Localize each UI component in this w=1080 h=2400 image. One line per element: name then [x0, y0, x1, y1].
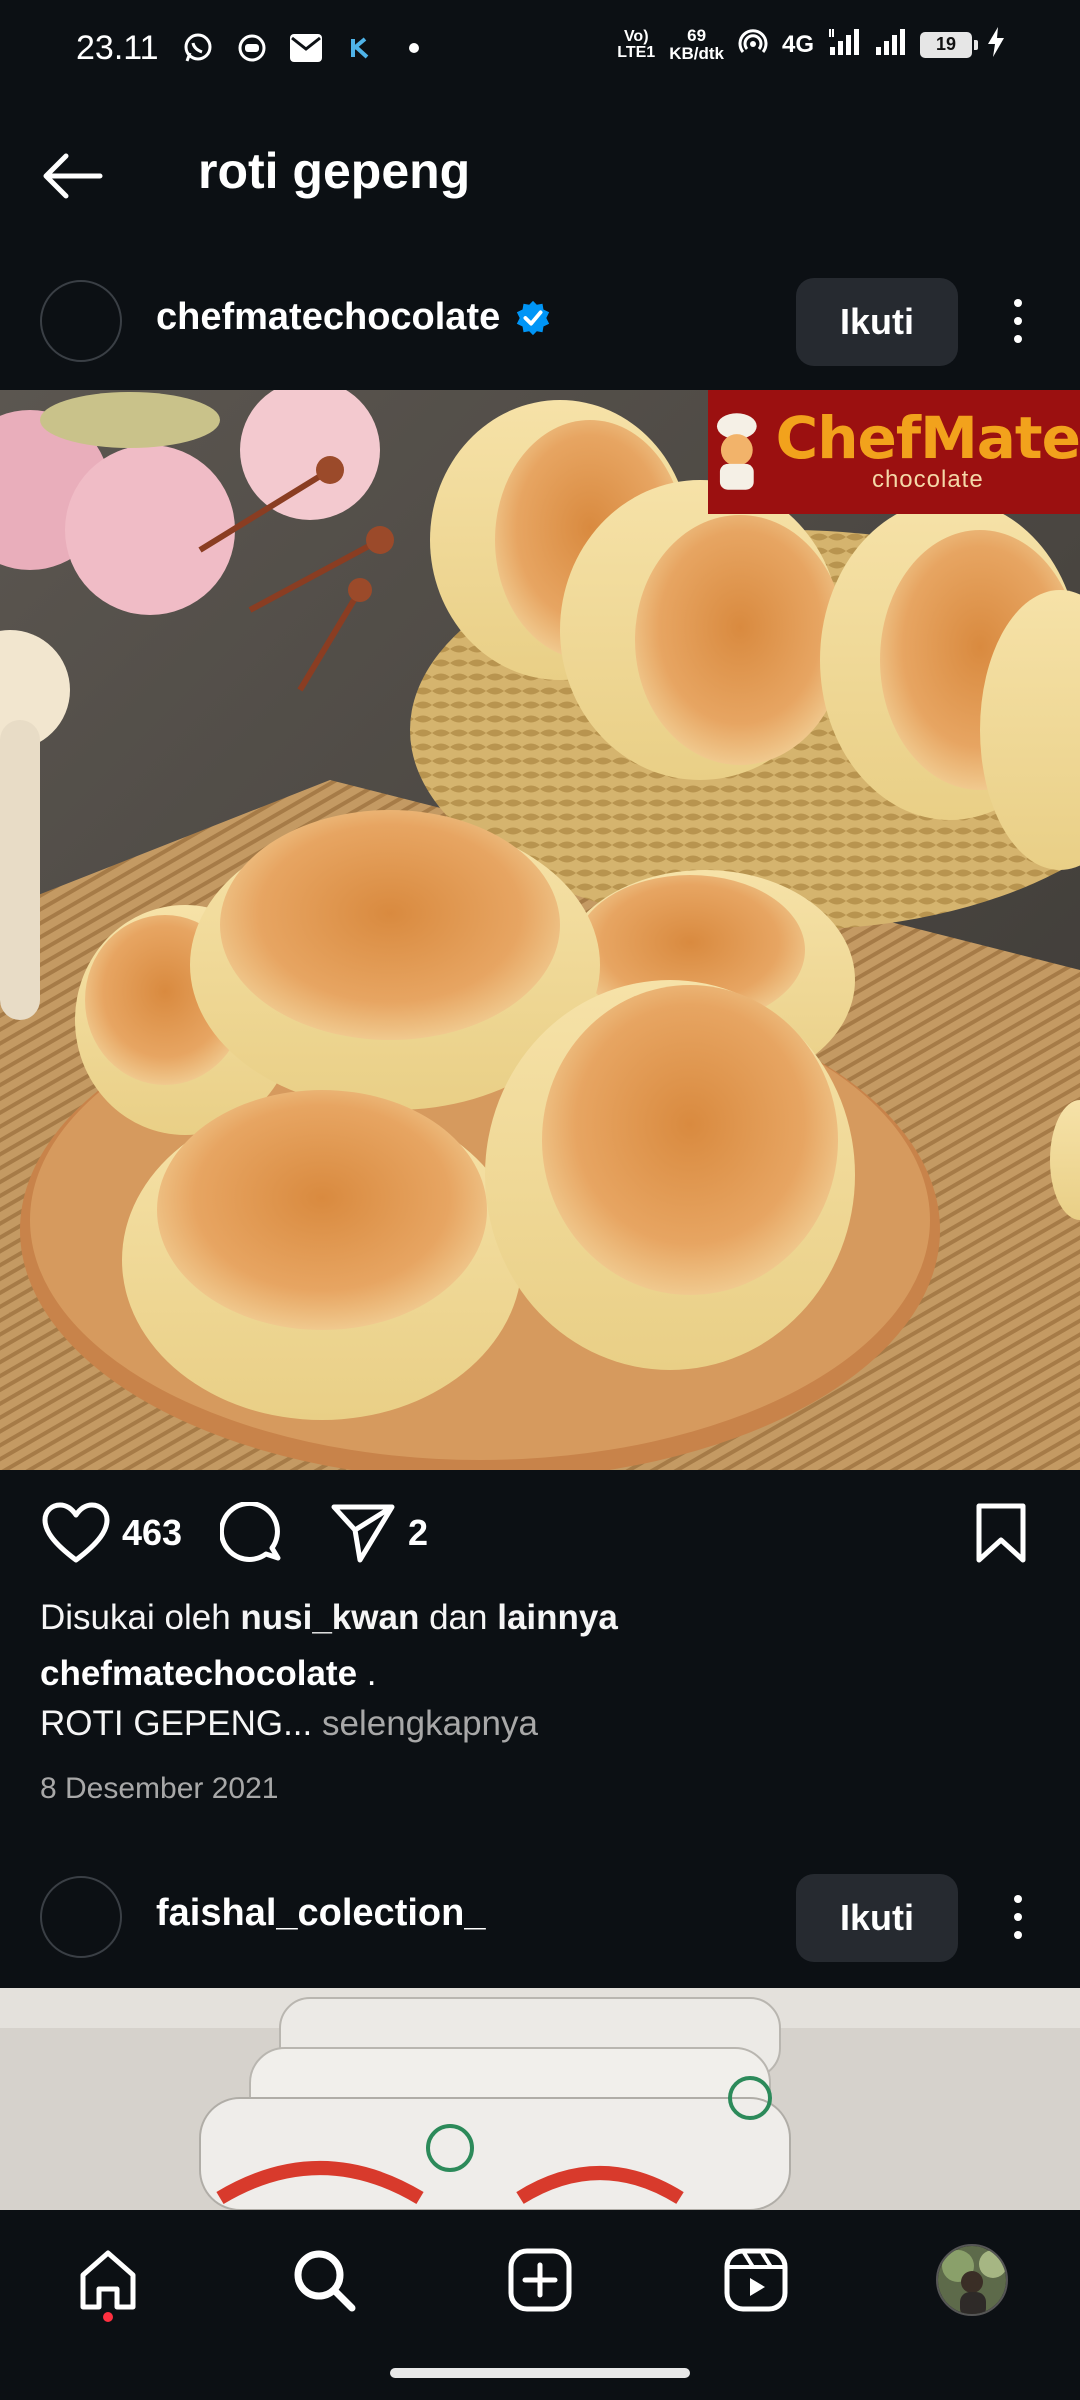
signal-2-icon [874, 27, 906, 62]
dot-icon [1014, 335, 1022, 343]
share-action[interactable]: 2 [330, 1502, 428, 1564]
caption[interactable]: ROTI GEPENG... selengkapnya [40, 1704, 538, 1744]
status-system-icons: Vo) LTE1 69 KB/dtk 4G 19 [617, 26, 1006, 63]
post-header: chefmatechocolate Ikuti [0, 266, 1080, 376]
nav-create[interactable] [500, 2240, 580, 2320]
battery-indicator: 19 [920, 31, 978, 58]
bread-photo [0, 390, 1080, 1470]
brand-logo: ChefMate chocolate [708, 390, 1080, 514]
dot-icon [1014, 1895, 1022, 1903]
post-username-row[interactable]: chefmatechocolate [156, 296, 552, 339]
chef-mascot-icon [716, 413, 757, 490]
network-type: 4G [781, 30, 814, 58]
dot-icon [1014, 317, 1022, 325]
plus-square-icon[interactable] [507, 2247, 573, 2313]
caption-username-line[interactable]: chefmatechocolate . [40, 1654, 377, 1694]
post-image[interactable]: ChefMate chocolate [0, 390, 1080, 1470]
follow-button[interactable]: Ikuti [796, 278, 958, 366]
comment-icon[interactable] [220, 1502, 286, 1568]
like-action[interactable]: 463 [42, 1502, 182, 1564]
nav-search[interactable] [284, 2240, 364, 2320]
heart-icon[interactable] [42, 1502, 110, 1564]
avatar[interactable] [40, 280, 122, 362]
liked-by-text[interactable]: Disukai oleh nusi_kwan dan lainnya [40, 1598, 618, 1638]
volte-indicator: Vo) LTE1 [617, 27, 656, 61]
speed-value: 69 [687, 25, 707, 45]
nav-profile[interactable] [932, 2240, 1012, 2320]
post-image-2[interactable] [0, 1988, 1080, 2210]
more-options-button[interactable] [996, 288, 1040, 354]
dot-icon [1014, 1931, 1022, 1939]
profile-photo [938, 2246, 1006, 2314]
charging-icon [986, 26, 1006, 63]
signal-1-icon [828, 27, 860, 62]
dot-icon [1014, 299, 1022, 307]
volte-top-text: Vo) [623, 27, 649, 45]
liked-by-user[interactable]: nusi_kwan [240, 1598, 419, 1637]
liked-by-mid: dan [429, 1598, 488, 1637]
post-header-2: faishal_colection_ Ikuti [0, 1862, 1080, 1972]
nav-reels[interactable] [716, 2240, 796, 2320]
packaged-bread-photo [0, 1988, 1080, 2210]
more-options-button[interactable] [996, 1884, 1040, 1950]
home-icon[interactable] [75, 2247, 141, 2313]
notification-dot [103, 2312, 113, 2322]
home-indicator[interactable] [390, 2368, 690, 2378]
caption-username[interactable]: chefmatechocolate [40, 1654, 357, 1693]
post-username[interactable]: faishal_colection_ [156, 1892, 485, 1935]
status-notification-icons [181, 31, 431, 65]
see-more-link[interactable]: selengkapnya [312, 1704, 538, 1743]
caption-username-suffix: . [357, 1654, 377, 1693]
status-time: 23.11 [76, 28, 159, 67]
page-title: roti gepeng [198, 143, 471, 199]
search-icon[interactable] [291, 2247, 357, 2313]
app-notification-icon [235, 31, 269, 65]
save-action[interactable] [974, 1502, 1028, 1564]
app-k-icon [343, 31, 377, 65]
arrow-left-icon [43, 153, 103, 199]
post-username-row[interactable]: faishal_colection_ [156, 1892, 485, 1935]
top-app-bar: roti gepeng [0, 120, 1080, 230]
comment-action[interactable] [220, 1502, 286, 1568]
brand-text: ChefMate chocolate [775, 404, 1080, 494]
post-date: 8 Desember 2021 [40, 1772, 279, 1805]
post-username[interactable]: chefmatechocolate [156, 296, 500, 339]
bottom-navigation [0, 2210, 1080, 2400]
caption-text: ROTI GEPENG... [40, 1704, 313, 1743]
bookmark-icon[interactable] [974, 1502, 1028, 1564]
reels-icon[interactable] [723, 2247, 789, 2313]
speed-unit: KB/dtk [669, 43, 724, 63]
volte-bottom-text: LTE1 [617, 43, 656, 61]
more-notifications-dot-icon [397, 31, 431, 65]
status-bar: 23.11 Vo) LTE1 69 KB/dtk 4G 19 [0, 0, 1080, 96]
post-actions: 463 2 [0, 1492, 1080, 1576]
network-speed: 69 KB/dtk [669, 25, 724, 63]
profile-avatar[interactable] [936, 2244, 1008, 2316]
verified-badge-icon [517, 300, 550, 335]
liked-by-others[interactable]: lainnya [497, 1598, 618, 1637]
dot-icon [1014, 1913, 1022, 1921]
brand-name: ChefMate [775, 404, 1080, 472]
likes-count[interactable]: 463 [122, 1512, 182, 1554]
mail-icon [289, 31, 323, 65]
follow-button[interactable]: Ikuti [796, 1874, 958, 1962]
nav-home[interactable] [68, 2240, 148, 2320]
shares-count[interactable]: 2 [408, 1512, 428, 1554]
back-button[interactable] [36, 148, 108, 204]
hotspot-icon [738, 27, 768, 62]
liked-by-prefix: Disukai oleh [40, 1598, 231, 1637]
send-icon[interactable] [330, 1502, 396, 1564]
avatar[interactable] [40, 1876, 122, 1958]
whatsapp-icon [181, 31, 215, 65]
